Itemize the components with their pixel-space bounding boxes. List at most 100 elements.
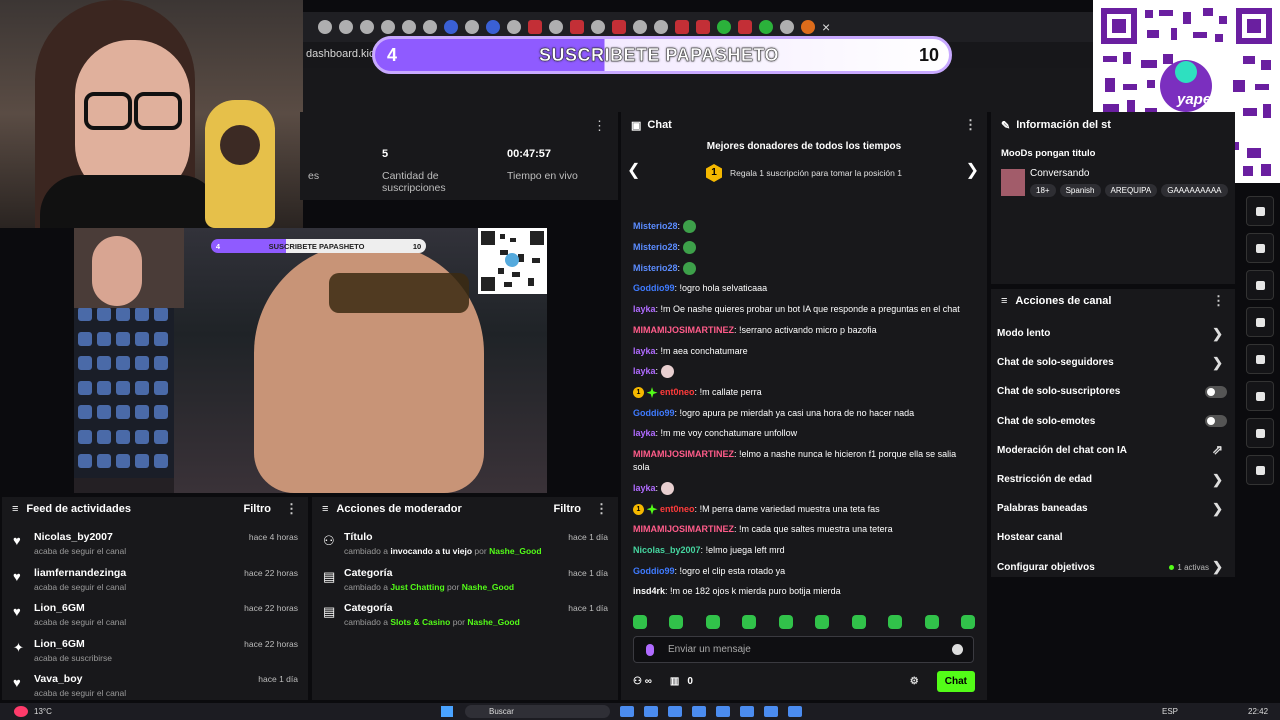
stream-tag[interactable]: Spanish bbox=[1059, 184, 1101, 197]
channel-action-4[interactable]: Moderación del chat con IA ⇗ bbox=[991, 436, 1235, 465]
chat-message[interactable]: 1 ent0neo: !m callate perra bbox=[633, 386, 973, 399]
tab-icon[interactable] bbox=[402, 20, 416, 34]
chat-message[interactable]: MIMAMIJOSIMARTINEZ: !m cada que saltes m… bbox=[633, 523, 973, 536]
chat-username[interactable]: ent0neo bbox=[660, 504, 695, 514]
chat-message[interactable]: Nicolas_by2007: !elmo juega left mrd bbox=[633, 544, 973, 557]
youtube-tab-icon[interactable] bbox=[675, 20, 689, 34]
rail-button[interactable] bbox=[1246, 418, 1274, 448]
app-icon[interactable] bbox=[620, 706, 634, 717]
chat-username[interactable]: Misterio28 bbox=[633, 263, 678, 273]
emote-icon[interactable] bbox=[924, 615, 939, 629]
chat-message[interactable]: MIMAMIJOSIMARTINEZ: !serrano activando m… bbox=[633, 324, 973, 337]
mod-action-item[interactable]: ▤ Categoría cambiado a Just Chatting por N… bbox=[312, 563, 618, 599]
stream-tag[interactable]: GAAAAAAAAA bbox=[1161, 184, 1228, 197]
toggle-switch[interactable] bbox=[1205, 385, 1227, 398]
chat-message[interactable]: Goddio99: !ogro el clip esta rotado ya bbox=[633, 565, 973, 578]
tab-icon[interactable] bbox=[465, 20, 479, 34]
app-icon[interactable] bbox=[740, 706, 754, 717]
chat-message[interactable]: Goddio99: !ogro hola selvaticaaa bbox=[633, 282, 973, 295]
tab-icon[interactable] bbox=[591, 20, 605, 34]
chat-message[interactable]: layka: bbox=[633, 481, 973, 495]
stats-menu-icon[interactable]: ⋮ bbox=[593, 118, 606, 134]
app-icon[interactable] bbox=[764, 706, 778, 717]
channel-action-1[interactable]: Chat de solo-seguidores ❯ bbox=[991, 348, 1235, 377]
mod-action-item[interactable]: ⚇ Título cambiado a invocando a tu viejo p… bbox=[312, 527, 618, 563]
chat-message[interactable]: MIMAMIJOSIMARTINEZ: !elmo a nashe nunca … bbox=[633, 448, 973, 474]
stream-tag[interactable]: AREQUIPA bbox=[1104, 184, 1158, 197]
youtube-tab-icon[interactable] bbox=[696, 20, 710, 34]
rail-button[interactable] bbox=[1246, 233, 1274, 263]
chat-message[interactable]: insd4rk: !m oe 182 ojos k mierda puro bo… bbox=[633, 585, 973, 598]
chat-message[interactable]: Misterio28: bbox=[633, 240, 973, 254]
tab-icon[interactable] bbox=[486, 20, 500, 34]
chat-username[interactable]: layka bbox=[633, 428, 656, 438]
rail-button[interactable] bbox=[1246, 307, 1274, 337]
chat-username[interactable]: Misterio28 bbox=[633, 221, 678, 231]
tab-icon[interactable] bbox=[360, 20, 374, 34]
chat-message[interactable]: layka: !m Oe nashe quieres probar un bot… bbox=[633, 303, 973, 316]
youtube-tab-icon[interactable] bbox=[570, 20, 584, 34]
chat-message[interactable]: layka: !m me voy conchatumare unfollow bbox=[633, 427, 973, 440]
chevron-left-icon[interactable]: ❮ bbox=[627, 160, 640, 180]
app-icon[interactable] bbox=[788, 706, 802, 717]
tab-icon[interactable] bbox=[549, 20, 563, 34]
stream-preview[interactable]: 4 SUSCRIBETE PAPASHETO 10 bbox=[74, 228, 547, 493]
windows-start-icon[interactable] bbox=[441, 706, 453, 717]
youtube-tab-icon[interactable] bbox=[612, 20, 626, 34]
mod-action-item[interactable]: ▤ Categoría cambiado a Slots & Casino por … bbox=[312, 598, 618, 634]
emote-icon[interactable] bbox=[669, 615, 684, 629]
gear-icon[interactable]: ⚙ bbox=[910, 676, 919, 687]
channel-action-6[interactable]: Palabras baneadas ❯ bbox=[991, 494, 1235, 523]
app-icon[interactable] bbox=[668, 706, 682, 717]
chat-username[interactable]: Misterio28 bbox=[633, 242, 678, 252]
tab-icon[interactable] bbox=[633, 20, 647, 34]
chevron-right-icon[interactable]: ❯ bbox=[966, 160, 979, 180]
chat-message[interactable]: Goddio99: !ogro apura pe mierdah ya casi… bbox=[633, 407, 973, 420]
clock[interactable]: 22:42 bbox=[1248, 707, 1268, 716]
rail-button[interactable] bbox=[1246, 381, 1274, 411]
channel-action-2[interactable]: Chat de solo-suscriptores bbox=[991, 377, 1235, 406]
chat-message[interactable]: Misterio28: bbox=[633, 261, 973, 275]
rail-button[interactable] bbox=[1246, 344, 1274, 374]
tab-icon[interactable] bbox=[381, 20, 395, 34]
youtube-tab-icon[interactable] bbox=[738, 20, 752, 34]
tab-icon[interactable] bbox=[507, 20, 521, 34]
channel-actions-menu-icon[interactable]: ⋮ bbox=[1212, 293, 1225, 309]
toggle-switch[interactable] bbox=[1205, 415, 1227, 428]
feed-menu-icon[interactable]: ⋮ bbox=[285, 501, 298, 517]
emoji-icon[interactable] bbox=[952, 644, 963, 655]
hamburger-icon[interactable]: ≡ bbox=[322, 503, 328, 515]
chat-username[interactable]: MIMAMIJOSIMARTINEZ bbox=[633, 325, 734, 335]
app-icon[interactable] bbox=[716, 706, 730, 717]
emote-icon[interactable] bbox=[742, 615, 757, 629]
emote-icon[interactable] bbox=[960, 615, 975, 629]
app-icon[interactable] bbox=[692, 706, 706, 717]
rail-button[interactable] bbox=[1246, 455, 1274, 485]
chat-username[interactable]: layka bbox=[633, 366, 656, 376]
language-indicator[interactable]: ESP bbox=[1162, 707, 1178, 716]
channel-action-7[interactable]: Hostear canal bbox=[991, 523, 1235, 552]
tab-icon[interactable] bbox=[423, 20, 437, 34]
emote-icon[interactable] bbox=[633, 615, 647, 629]
channel-action-0[interactable]: Modo lento ❯ bbox=[991, 319, 1235, 348]
chat-message[interactable]: 1 ent0neo: !M perra dame variedad muestr… bbox=[633, 503, 973, 516]
weather-icon[interactable] bbox=[14, 706, 28, 717]
chat-input[interactable]: Enviar un mensaje bbox=[633, 636, 974, 663]
chat-message[interactable]: layka: bbox=[633, 365, 973, 379]
feed-item[interactable]: ♥ Lion_6GM acaba de seguir el canal hace 22… bbox=[2, 598, 308, 634]
tab-icon[interactable] bbox=[444, 20, 458, 34]
brave-tab-icon[interactable] bbox=[801, 20, 815, 34]
tab-icon[interactable] bbox=[654, 20, 668, 34]
chat-username[interactable]: Goddio99 bbox=[633, 566, 675, 576]
stream-tag[interactable]: 18+ bbox=[1030, 184, 1056, 197]
chat-username[interactable]: MIMAMIJOSIMARTINEZ bbox=[633, 449, 734, 459]
emote-icon[interactable] bbox=[815, 615, 830, 629]
tab-icon[interactable] bbox=[318, 20, 332, 34]
users-icon[interactable]: ⚇ ∞ bbox=[633, 676, 652, 687]
channel-action-5[interactable]: Restricción de edad ❯ bbox=[991, 465, 1235, 494]
channel-action-3[interactable]: Chat de solo-emotes bbox=[991, 407, 1235, 436]
gift-icon[interactable]: ▥ bbox=[670, 676, 679, 687]
feed-item[interactable]: ✦ Lion_6GM acaba de suscribirse hace 22 hor… bbox=[2, 634, 308, 670]
emote-icon[interactable] bbox=[778, 615, 793, 629]
chat-username[interactable]: Goddio99 bbox=[633, 408, 675, 418]
